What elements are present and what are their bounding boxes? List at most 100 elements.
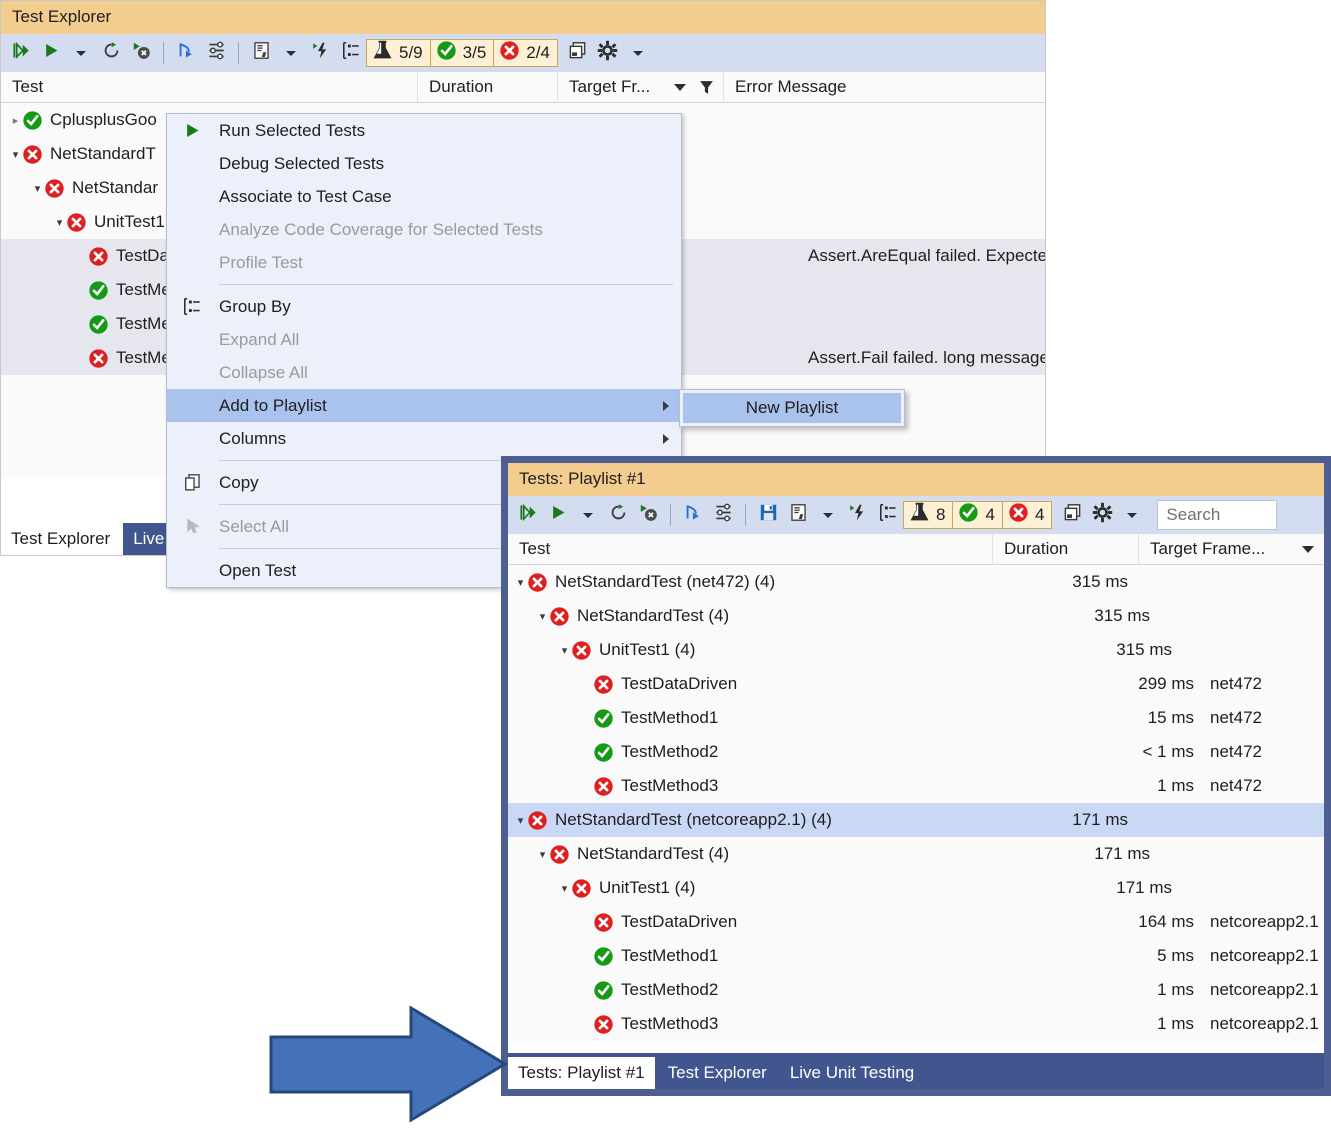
test-name: TestMethod1	[621, 946, 719, 965]
table-row[interactable]: ▾ UnitTest1 (4) 315 ms	[508, 633, 1324, 667]
submenu-item-new-playlist[interactable]: New Playlist	[683, 393, 901, 423]
cancel-run-button[interactable]	[633, 500, 663, 530]
debug-button[interactable]	[171, 38, 201, 68]
run-dropdown-caret-icon[interactable]	[573, 500, 603, 530]
run-settings-button[interactable]	[708, 500, 738, 530]
run-dropdown-caret-icon[interactable]	[66, 38, 96, 68]
expand-collapse-twisty-expanded[interactable]: ▾	[31, 183, 44, 195]
run-all-tests-icon	[12, 41, 31, 65]
test-name: UnitTest1	[94, 212, 165, 231]
column-header-target-framework[interactable]: Target Frame...	[1138, 533, 1324, 565]
expand-collapse-twisty-expanded[interactable]: ▾	[9, 149, 22, 161]
settings-dropdown-caret-icon[interactable]	[623, 38, 653, 68]
menu-item-label: Copy	[219, 472, 259, 492]
table-row[interactable]: TestMethod3 1 ms netcoreapp2.1	[508, 1007, 1324, 1041]
playlist-button[interactable]	[783, 500, 813, 530]
not-run-badge[interactable]: 8	[903, 501, 954, 529]
table-row[interactable]: ▾ UnitTest1 (4) 171 ms	[508, 871, 1324, 905]
column-header-duration[interactable]: Duration	[417, 71, 557, 103]
settings-dropdown-caret-icon[interactable]	[1117, 500, 1147, 530]
expand-collapse-twisty-collapsed[interactable]: ▸	[9, 115, 22, 127]
repeat-last-run-button[interactable]	[96, 38, 126, 68]
test-target-framework: netcoreapp2.1	[1210, 946, 1319, 965]
sort-caret-icon[interactable]	[1302, 545, 1314, 553]
expand-collapse-twisty-expanded[interactable]: ▾	[514, 815, 527, 827]
table-row[interactable]: ▾ NetStandardTest (netcoreapp2.1) (4) 171 …	[508, 803, 1324, 837]
expand-collapse-twisty-expanded[interactable]: ▾	[514, 577, 527, 589]
tab-test-explorer[interactable]: Test Explorer	[1, 523, 121, 555]
menu-group-by[interactable]: Group By	[167, 290, 681, 323]
table-row[interactable]: TestMethod2 < 1 ms net472	[508, 735, 1324, 769]
table-row[interactable]: ▾ NetStandardTest (net472) (4) 315 ms	[508, 565, 1324, 599]
window-layout-button[interactable]	[1057, 500, 1087, 530]
run-after-build-button[interactable]	[306, 38, 336, 68]
column-header-test[interactable]: Test	[1, 72, 417, 103]
run-dropdown-caret-icon[interactable]	[76, 50, 86, 56]
sort-caret-icon[interactable]	[674, 83, 686, 91]
add-to-playlist-submenu[interactable]: New Playlist	[679, 389, 905, 427]
menu-expand-all[interactable]: Expand All	[167, 323, 681, 356]
failed-badge[interactable]: 2/4	[493, 39, 558, 67]
menu-columns[interactable]: Columns	[167, 422, 681, 455]
run-button[interactable]	[543, 500, 573, 530]
tab-tests-playlist-1[interactable]: Tests: Playlist #1	[508, 1057, 655, 1089]
column-header-target-framework[interactable]: Target Fr...	[557, 71, 723, 103]
tab-live-unit-testing[interactable]: Live Unit Testing	[779, 1057, 925, 1089]
run-all-tests-button[interactable]	[6, 38, 36, 68]
table-row[interactable]: TestMethod2 1 ms netcoreapp2.1	[508, 973, 1324, 1007]
settings-button[interactable]	[593, 38, 623, 68]
playlist-dropdown-caret-icon[interactable]	[276, 38, 306, 68]
table-row[interactable]: TestMethod1 5 ms netcoreapp2.1	[508, 939, 1324, 973]
run-dropdown-caret-icon[interactable]	[583, 512, 593, 518]
group-by-button[interactable]	[336, 38, 366, 68]
cancel-run-button[interactable]	[126, 38, 156, 68]
menu-run-selected-tests[interactable]: Run Selected Tests	[167, 114, 681, 147]
table-row[interactable]: ▾ NetStandardTest (4) 171 ms	[508, 837, 1324, 871]
tab-test-explorer[interactable]: Test Explorer	[657, 1057, 777, 1089]
passed-badge[interactable]: 4	[952, 501, 1003, 529]
flask-icon	[909, 502, 930, 528]
filter-icon[interactable]	[698, 79, 715, 96]
not-run-badge[interactable]: 5/9	[366, 39, 431, 67]
menu-analyze-code-coverage[interactable]: Analyze Code Coverage for Selected Tests	[167, 213, 681, 246]
table-row[interactable]: TestMethod1 15 ms net472	[508, 701, 1324, 735]
expand-collapse-twisty-expanded[interactable]: ▾	[536, 611, 549, 623]
run-settings-button[interactable]	[201, 38, 231, 68]
table-row[interactable]: TestDataDriven 164 ms netcoreapp2.1	[508, 905, 1324, 939]
run-button[interactable]	[36, 38, 66, 68]
save-playlist-button[interactable]	[753, 500, 783, 530]
expand-collapse-twisty-expanded[interactable]: ▾	[558, 645, 571, 657]
expand-collapse-twisty-expanded[interactable]: ▾	[558, 883, 571, 895]
menu-collapse-all[interactable]: Collapse All	[167, 356, 681, 389]
playlist-dropdown-caret-icon[interactable]	[813, 500, 843, 530]
test-duration: 315 ms	[1072, 572, 1128, 591]
menu-debug-selected-tests[interactable]: Debug Selected Tests	[167, 147, 681, 180]
run-all-tests-button[interactable]	[513, 500, 543, 530]
search-input[interactable]: Search	[1157, 500, 1278, 530]
playlist-button[interactable]	[246, 38, 276, 68]
settings-button[interactable]	[1087, 500, 1117, 530]
column-header-error-message[interactable]: Error Message	[723, 71, 1045, 103]
playlist-icon	[252, 41, 271, 65]
column-header-duration[interactable]: Duration	[992, 533, 1138, 565]
repeat-last-run-button[interactable]	[603, 500, 633, 530]
expand-collapse-twisty-expanded[interactable]: ▾	[53, 217, 66, 229]
debug-button[interactable]	[678, 500, 708, 530]
group-by-button[interactable]	[873, 500, 903, 530]
column-header-test[interactable]: Test	[508, 534, 992, 565]
test-duration: 1 ms	[1157, 1014, 1194, 1033]
failed-badge[interactable]: 4	[1001, 501, 1053, 529]
expand-collapse-twisty-expanded[interactable]: ▾	[536, 849, 549, 861]
menu-associate-to-test-case[interactable]: Associate to Test Case	[167, 180, 681, 213]
run-after-build-button[interactable]	[843, 500, 873, 530]
table-row[interactable]: TestDataDriven 299 ms net472	[508, 667, 1324, 701]
menu-add-to-playlist[interactable]: Add to Playlist	[167, 389, 681, 422]
table-row[interactable]: TestMethod3 1 ms net472	[508, 769, 1324, 803]
passed-badge[interactable]: 3/5	[429, 39, 495, 67]
repeat-last-run-icon	[102, 41, 121, 65]
playlist-dropdown-caret-icon[interactable]	[286, 50, 296, 56]
table-row[interactable]: ▾ NetStandardTest (4) 315 ms	[508, 599, 1324, 633]
menu-profile-test[interactable]: Profile Test	[167, 246, 681, 279]
playlist-dropdown-caret-icon[interactable]	[823, 512, 833, 518]
window-layout-button[interactable]	[563, 38, 593, 68]
